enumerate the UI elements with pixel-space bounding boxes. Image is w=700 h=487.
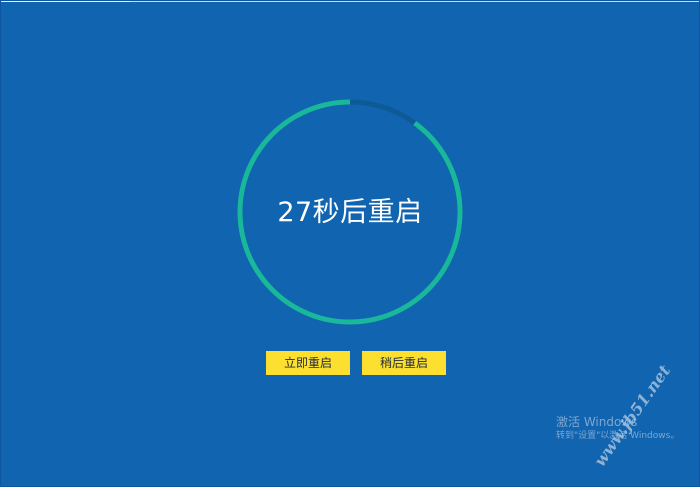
restart-later-button[interactable]: 稍后重启	[362, 351, 446, 375]
window-tab-edge	[0, 0, 130, 2]
countdown-text: 27秒后重启	[277, 197, 423, 228]
restart-now-button[interactable]: 立即重启	[266, 351, 350, 375]
